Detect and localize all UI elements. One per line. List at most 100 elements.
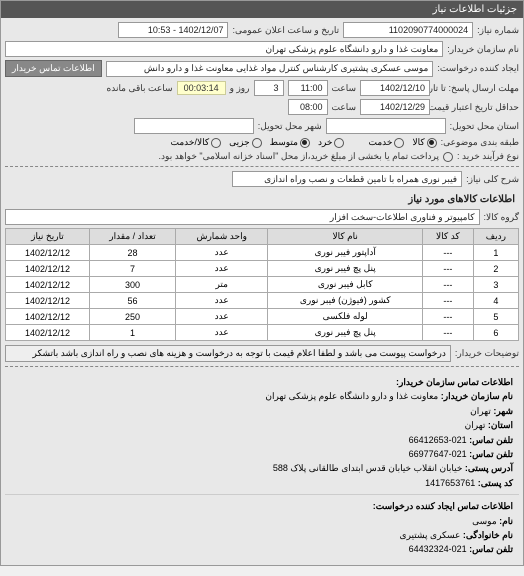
process-text: پرداخت تمام یا بخشی از مبلغ خرید،از محل … — [159, 151, 439, 162]
table-cell: 6 — [473, 325, 518, 341]
org-province-label: استان: — [488, 420, 513, 430]
radio-service[interactable]: خدمت — [368, 137, 404, 148]
province-value — [326, 118, 446, 134]
table-row: 5---لوله فلکسیعدد2501402/12/12 — [6, 309, 519, 325]
request-no-label: شماره نیاز: — [477, 25, 519, 36]
table-cell: 1402/12/12 — [6, 261, 90, 277]
table-row: 4---کشور (فیوژن) فیبر نوریعدد561402/12/1… — [6, 293, 519, 309]
table-cell: --- — [423, 309, 474, 325]
time-label-1: ساعت — [332, 83, 357, 94]
table-cell: 4 — [473, 293, 518, 309]
radio-both[interactable]: کالا/خدمت — [171, 137, 222, 148]
desc-value: فیبر نوری همراه با تامین قطعات و نصب ورا… — [232, 171, 462, 187]
table-cell: پنل پچ فیبر نوری — [268, 261, 423, 277]
table-cell: --- — [423, 325, 474, 341]
countdown-timer: 00:03:14 — [177, 81, 226, 95]
request-no-value: 1102090774000024 — [343, 22, 473, 38]
org-name-label: نام سازمان خریدار: — [441, 391, 513, 401]
days-left-label: روز و — [230, 83, 250, 94]
table-header: نام کالا — [268, 229, 423, 245]
goods-table: ردیفکد کالانام کالاواحد شمارشتعداد / مقد… — [5, 228, 519, 341]
table-cell: 1402/12/12 — [6, 293, 90, 309]
validity-date: 1402/12/29 — [360, 99, 430, 115]
org-address-label: آدرس پستی: — [465, 463, 513, 473]
city-label: شهر محل تحویل: — [258, 121, 322, 132]
creator-value: موسی عسکری پشتیری کارشناس کنترل مواد غذا… — [106, 61, 434, 77]
org-fax: 021-66977647 — [409, 449, 467, 459]
org-address: خیابان انقلاب خیابان قدس ابتدای طالقانی … — [273, 463, 463, 473]
table-cell: 7 — [89, 261, 175, 277]
table-cell: 2 — [473, 261, 518, 277]
table-cell: --- — [423, 277, 474, 293]
org-postal-label: کد پستی: — [478, 478, 513, 488]
table-cell: کابل فیبر نوری — [268, 277, 423, 293]
table-cell: کشور (فیوژن) فیبر نوری — [268, 293, 423, 309]
org-city: تهران — [470, 406, 491, 416]
table-header: کد کالا — [423, 229, 474, 245]
group-label: گروه کالا: — [484, 212, 519, 223]
table-cell: لوله فلکسی — [268, 309, 423, 325]
req-family: عسکری پشتیری — [400, 530, 461, 540]
table-cell: 5 — [473, 309, 518, 325]
org-phone-label: تلفن تماس: — [469, 435, 513, 445]
table-cell: 1 — [473, 245, 518, 261]
table-cell: 3 — [473, 277, 518, 293]
province-label: استان محل تحویل: — [450, 121, 519, 132]
table-row: 3---کابل فیبر نوریمتر3001402/12/12 — [6, 277, 519, 293]
table-header: ردیف — [473, 229, 518, 245]
table-cell: پنل پچ فیبر نوری — [268, 325, 423, 341]
deadline-send-time: 11:00 — [288, 80, 328, 96]
buyer-value: معاونت غذا و دارو دانشگاه علوم پزشکی تهر… — [5, 41, 443, 57]
table-cell: عدد — [176, 309, 268, 325]
req-name: موسی — [472, 516, 497, 526]
publish-label: تاریخ و ساعت اعلان عمومی: — [232, 25, 339, 36]
validity-time: 08:00 — [288, 99, 328, 115]
table-header: واحد شمارش — [176, 229, 268, 245]
goods-section-title: اطلاعات کالاهای مورد نیاز — [5, 190, 519, 209]
table-cell: 28 — [89, 245, 175, 261]
group-value: کامپیوتر و فناوری اطلاعات-سخت افزار — [5, 209, 480, 225]
req-phone: 021-64432324 — [409, 544, 467, 554]
org-fax-label: تلفن تماس: — [469, 449, 513, 459]
table-cell: 1402/12/12 — [6, 245, 90, 261]
table-cell: آداپتور فیبر نوری — [268, 245, 423, 261]
size-radio-group: خرد متوسط جزیی کالا/خدمت — [171, 137, 345, 148]
remain-label: ساعت باقی مانده — [107, 83, 173, 94]
table-cell: --- — [423, 261, 474, 277]
table-cell: 56 — [89, 293, 175, 309]
buyer-note: درخواست پیوست می باشد و لطفا اعلام قیمت … — [5, 345, 451, 362]
city-value — [134, 118, 254, 134]
table-cell: 300 — [89, 277, 175, 293]
publish-value: 1402/12/07 - 10:53 — [118, 22, 228, 38]
process-radio[interactable] — [443, 152, 453, 162]
org-name: معاونت غذا و دارو دانشگاه علوم پزشکی تهر… — [265, 391, 438, 401]
contact-buyer-button[interactable]: اطلاعات تماس خریدار — [5, 60, 102, 77]
table-cell: متر — [176, 277, 268, 293]
table-cell: 1402/12/12 — [6, 309, 90, 325]
buyer-label: نام سازمان خریدار: — [447, 44, 519, 55]
pack-label: طبقه بندی موضوعی: — [441, 137, 519, 148]
creator-label: ایجاد کننده درخواست: — [437, 63, 519, 74]
panel-header: جزئیات اطلاعات نیاز — [1, 1, 523, 18]
buyer-note-label: توضیحات خریدار: — [455, 348, 519, 359]
deadline-send-label: مهلت ارسال پاسخ: تا تاریخ: — [434, 83, 519, 94]
table-header: تعداد / مقدار — [89, 229, 175, 245]
req-phone-label: تلفن تماس: — [469, 544, 513, 554]
process-label: نوع فرآیند خرید : — [457, 151, 519, 162]
radio-partial[interactable]: جزیی — [229, 137, 262, 148]
days-left: 3 — [254, 80, 284, 96]
desc-label: شرح کلی نیاز: — [466, 174, 519, 185]
table-row: 1---آداپتور فیبر نوریعدد281402/12/12 — [6, 245, 519, 261]
org-contact-title: اطلاعات تماس سازمان خریدار: — [11, 375, 513, 389]
req-family-label: نام خانوادگی: — [463, 530, 513, 540]
org-province: تهران — [465, 420, 486, 430]
radio-medium[interactable]: متوسط — [270, 137, 310, 148]
radio-goods[interactable]: کالا — [412, 137, 436, 148]
time-label-2: ساعت — [332, 102, 357, 113]
table-cell: --- — [423, 293, 474, 309]
deadline-send-date: 1402/12/10 — [360, 80, 430, 96]
table-cell: عدد — [176, 293, 268, 309]
table-cell: 1402/12/12 — [6, 277, 90, 293]
req-name-label: نام: — [499, 516, 513, 526]
radio-small[interactable]: خرد — [318, 137, 345, 148]
